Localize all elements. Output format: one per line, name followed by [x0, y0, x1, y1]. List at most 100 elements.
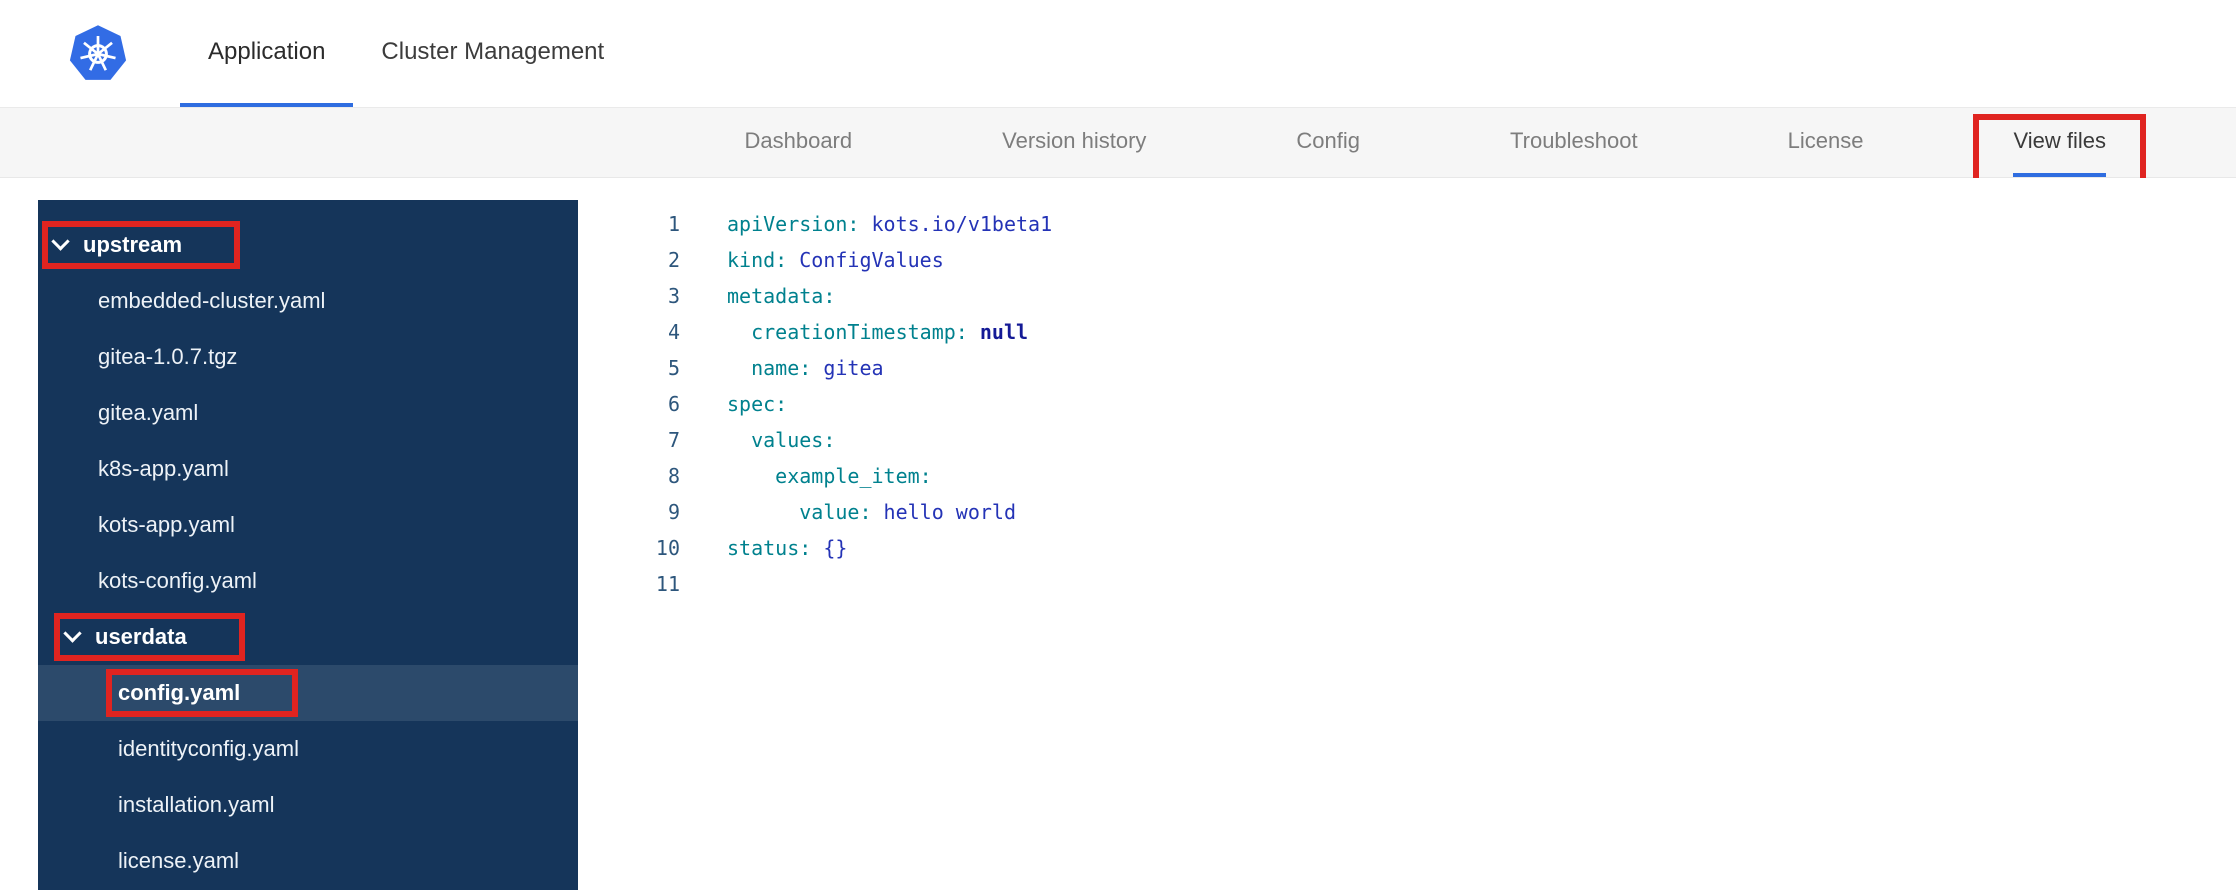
tab-license[interactable]: License	[1788, 108, 1864, 177]
code-line: 6 spec:	[578, 386, 2236, 422]
code-line: 10 status: {}	[578, 530, 2236, 566]
code-token: ConfigValues	[787, 248, 944, 272]
code-line: 1 apiVersion: kots.io/v1beta1	[578, 206, 2236, 242]
tab-cluster-management[interactable]: Cluster Management	[353, 0, 632, 107]
line-number: 9	[667, 500, 680, 524]
code-token: creationTimestamp:	[751, 320, 968, 344]
line-number: 1	[667, 212, 680, 236]
chevron-down-icon[interactable]	[51, 232, 70, 251]
file-tree-item-inner: config.yaml	[105, 669, 299, 717]
file-tree-item-label: kots-app.yaml	[98, 512, 235, 537]
file-tree-item[interactable]: gitea.yaml	[38, 385, 578, 441]
file-tree-item-label: upstream	[83, 232, 183, 257]
code-token: status:	[727, 536, 812, 560]
line-number: 2	[667, 248, 680, 272]
code-token: hello world	[871, 500, 1016, 524]
file-tree-item-inner: userdata	[54, 613, 245, 661]
code-token: {}	[811, 536, 848, 560]
file-tree-item-label: license.yaml	[118, 848, 240, 873]
code-line: 2 kind: ConfigValues	[578, 242, 2236, 278]
code-token: values:	[751, 428, 836, 452]
tab-dashboard[interactable]: Dashboard	[744, 108, 852, 177]
code-token: metadata:	[727, 284, 836, 308]
code-text: apiVersion: kots.io/v1beta1	[680, 206, 1052, 242]
line-number: 5	[667, 356, 680, 380]
file-tree-item-inner: license.yaml	[118, 848, 239, 874]
file-tree-item-label: k8s-app.yaml	[98, 456, 229, 481]
code-editor[interactable]: 1 apiVersion: kots.io/v1beta1 2 kind: Co…	[578, 178, 2236, 890]
code-line: 8 example_item:	[578, 458, 2236, 494]
line-number: 3	[667, 284, 680, 308]
code-token: spec:	[727, 392, 788, 416]
top-navigation: Application Cluster Management	[0, 0, 2236, 107]
file-tree-item[interactable]: kots-app.yaml	[38, 497, 578, 553]
kubernetes-logo	[69, 24, 127, 80]
file-tree-item[interactable]: gitea-1.0.7.tgz	[38, 329, 578, 385]
file-tree-item-label: kots-config.yaml	[98, 568, 257, 593]
code-line: 4 creationTimestamp: null	[578, 314, 2236, 350]
admin-console-window: Application Cluster Management Dashboard…	[0, 0, 2236, 890]
code-text: values:	[680, 422, 835, 458]
code-line: 9 value: hello world	[578, 494, 2236, 530]
file-tree: upstream embedded-cluster.yaml gitea-1.0…	[38, 200, 578, 890]
file-tree-item[interactable]: config.yaml	[38, 665, 578, 721]
code-line: 7 values:	[578, 422, 2236, 458]
tab-config[interactable]: Config	[1296, 108, 1360, 177]
code-token: kots.io/v1beta1	[859, 212, 1053, 236]
code-text: spec:	[680, 386, 787, 422]
chevron-down-icon[interactable]	[63, 624, 82, 643]
code-token: null	[967, 320, 1029, 344]
file-tree-item[interactable]: embedded-cluster.yaml	[38, 273, 578, 329]
file-tree-item-label: installation.yaml	[118, 792, 275, 817]
file-tree-item-inner: gitea-1.0.7.tgz	[98, 344, 237, 370]
line-number: 4	[667, 320, 680, 344]
app-section-navigation: Dashboard Version history Config Trouble…	[0, 107, 2236, 201]
tab-troubleshoot[interactable]: Troubleshoot	[1510, 108, 1638, 177]
code-token: name:	[751, 356, 812, 380]
file-tree-item-inner: installation.yaml	[118, 792, 275, 818]
file-tree-item[interactable]: installation.yaml	[38, 777, 578, 833]
line-number: 7	[667, 428, 680, 452]
tab-application[interactable]: Application	[180, 0, 354, 107]
file-tree-item-label: userdata	[95, 624, 187, 649]
file-tree-item-label: config.yaml	[118, 680, 241, 705]
file-tree-item-inner: upstream	[41, 221, 241, 269]
file-tree-item-inner: gitea.yaml	[98, 400, 198, 426]
line-number: 11	[655, 572, 680, 596]
file-tree-item[interactable]: identityconfig.yaml	[38, 721, 578, 777]
code-token: apiVersion:	[727, 212, 860, 236]
file-tree-item[interactable]: userdata	[38, 609, 578, 665]
file-tree-item-inner: kots-app.yaml	[98, 512, 235, 538]
file-tree-item-label: embedded-cluster.yaml	[98, 288, 326, 313]
file-tree-item[interactable]: kots-config.yaml	[38, 553, 578, 609]
file-tree-item[interactable]: upstream	[38, 217, 578, 273]
file-tree-item[interactable]: license.yaml	[38, 833, 578, 889]
code-line: 11	[578, 566, 2236, 602]
file-tree-item-inner: k8s-app.yaml	[98, 456, 229, 482]
code-text: metadata:	[680, 278, 835, 314]
file-tree-item[interactable]: k8s-app.yaml	[38, 441, 578, 497]
code-text: example_item:	[680, 458, 932, 494]
file-tree-item-label: identityconfig.yaml	[118, 736, 299, 761]
line-number: 10	[655, 536, 680, 560]
file-tree-item-label: gitea-1.0.7.tgz	[98, 344, 238, 369]
file-tree-item-inner: embedded-cluster.yaml	[98, 288, 325, 314]
code-token: example_item:	[775, 464, 932, 488]
code-line: 5 name: gitea	[578, 350, 2236, 386]
tab-view-files[interactable]: View files	[1973, 108, 2146, 201]
code-text: status: {}	[680, 530, 847, 566]
line-number: 6	[667, 392, 680, 416]
code-token: gitea	[811, 356, 884, 380]
line-number: 8	[667, 464, 680, 488]
file-tree-item-label: gitea.yaml	[98, 400, 199, 425]
tab-version-history[interactable]: Version history	[1002, 108, 1146, 177]
code-text: creationTimestamp: null	[680, 314, 1028, 350]
code-token: kind:	[727, 248, 788, 272]
code-text: name: gitea	[680, 350, 884, 386]
file-tree-item-inner: kots-config.yaml	[98, 568, 257, 594]
code-text: kind: ConfigValues	[680, 242, 944, 278]
